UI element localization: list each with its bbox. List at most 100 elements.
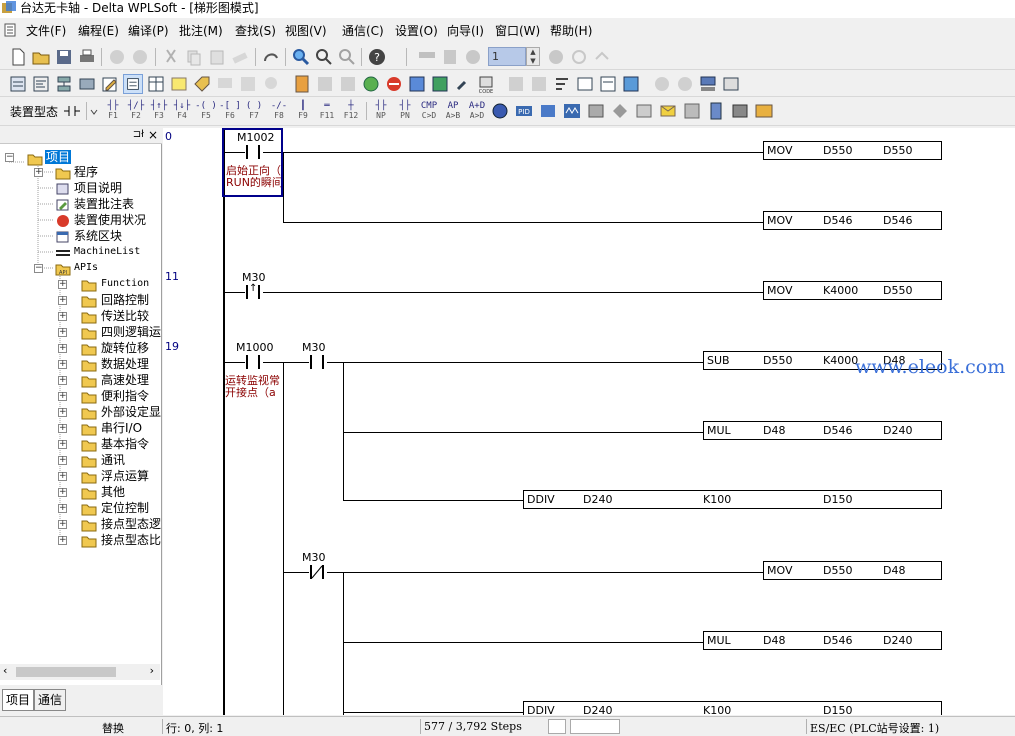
refresh-icon[interactable] xyxy=(569,47,589,67)
tree-item-api[interactable]: 传送比较 xyxy=(101,308,161,324)
edit-pencil-icon[interactable] xyxy=(100,74,120,94)
find-next-icon[interactable] xyxy=(675,74,695,94)
tree-item-comment-table[interactable]: 装置批注表 xyxy=(74,196,134,212)
scroll-left-icon[interactable]: ‹ xyxy=(3,664,7,677)
tree-item-api[interactable]: 数据处理 xyxy=(101,356,161,372)
instruction-box[interactable]: DDIV D240 K100 D150 xyxy=(523,490,942,509)
menu-compile[interactable]: 编译(P) xyxy=(128,22,169,40)
new-file-icon[interactable] xyxy=(8,47,28,67)
contact-no[interactable] xyxy=(307,355,327,369)
f11-button[interactable]: ═ F11 xyxy=(316,101,338,121)
jump-icon[interactable] xyxy=(261,47,281,67)
compare-button[interactable]: CMP C>D xyxy=(418,101,440,121)
no-entry-icon[interactable] xyxy=(384,74,404,94)
tree-expand-toggle[interactable]: + xyxy=(58,520,67,529)
tree-item-api[interactable]: 高速处理 xyxy=(101,372,161,388)
menu-file[interactable]: 文件(F) xyxy=(26,22,66,40)
tree-item-api[interactable]: 基本指令 xyxy=(101,436,161,452)
tree-expand-toggle[interactable]: + xyxy=(58,456,67,465)
tree-expand-toggle[interactable]: + xyxy=(34,168,43,177)
plc-icon[interactable] xyxy=(440,47,460,67)
cut-icon[interactable] xyxy=(161,47,181,67)
code-icon[interactable]: CODE xyxy=(476,74,496,94)
wrench-icon[interactable] xyxy=(453,74,473,94)
tree-expand-toggle[interactable]: + xyxy=(58,488,67,497)
network-node-icon[interactable] xyxy=(538,101,558,121)
tree-item-system-block[interactable]: 系统区块 xyxy=(74,228,122,244)
tree-expand-toggle[interactable]: + xyxy=(58,312,67,321)
list-icon[interactable] xyxy=(598,74,618,94)
arrow-icon[interactable] xyxy=(592,47,612,67)
tab-communication[interactable]: 通信 xyxy=(34,689,67,711)
pn-button[interactable]: ┤├ PN xyxy=(394,101,416,121)
ladder-view2-icon[interactable] xyxy=(529,74,549,94)
upload-icon[interactable] xyxy=(430,74,450,94)
scroll-right-icon[interactable]: › xyxy=(150,664,154,677)
tag-icon[interactable] xyxy=(192,74,212,94)
tree-item-device-usage[interactable]: 装置使用状况 xyxy=(74,212,146,228)
tree-item-api[interactable]: 通讯 xyxy=(101,452,161,468)
tree-item-api[interactable]: 定位控制 xyxy=(101,500,161,516)
device-list-icon[interactable] xyxy=(292,74,312,94)
menu-settings[interactable]: 设置(O) xyxy=(395,22,438,40)
grid-icon[interactable] xyxy=(238,74,258,94)
network-icon[interactable] xyxy=(698,74,718,94)
help-icon[interactable]: ? xyxy=(367,47,387,67)
ladder-view-icon[interactable] xyxy=(506,74,526,94)
ladder-mode-icon[interactable] xyxy=(8,74,28,94)
scroll-thumb[interactable] xyxy=(16,667,116,677)
menu-help[interactable]: 帮助(H) xyxy=(550,22,592,40)
instruction-box[interactable]: DDIV D240 K100 D150 xyxy=(523,701,942,715)
ap-button[interactable]: AP A>B xyxy=(442,101,464,121)
open-folder-icon[interactable] xyxy=(31,47,51,67)
contact-icon[interactable] xyxy=(62,101,82,121)
tree-collapse-toggle[interactable]: − xyxy=(5,153,14,162)
contact-nc[interactable] xyxy=(307,565,327,579)
diamond-icon[interactable] xyxy=(610,101,630,121)
stop-circle-icon[interactable] xyxy=(546,47,566,67)
instruction-box[interactable]: MOV D546 D546 xyxy=(763,211,942,230)
io-icon[interactable] xyxy=(682,101,702,121)
comment-mode-icon[interactable] xyxy=(123,74,143,94)
tree-item-api[interactable]: 串行I/O xyxy=(101,420,161,436)
instruction-box[interactable]: MOV K4000 D550 xyxy=(763,281,942,300)
globe-icon[interactable] xyxy=(361,74,381,94)
menu-window[interactable]: 窗口(W) xyxy=(495,22,540,40)
tree-item-api[interactable]: 接点型态逻 xyxy=(101,516,161,532)
module-icon[interactable] xyxy=(706,101,726,121)
download-icon[interactable] xyxy=(407,74,427,94)
sfc-mode-icon[interactable] xyxy=(54,74,74,94)
function-block-icon[interactable] xyxy=(586,101,606,121)
f4-button[interactable]: ┤↓├ F4 xyxy=(171,101,193,121)
np-button[interactable]: ┤├ NP xyxy=(370,101,392,121)
instruction-mode-icon[interactable] xyxy=(31,74,51,94)
tree-expand-toggle[interactable]: + xyxy=(58,280,67,289)
menu-view[interactable]: 视图(V) xyxy=(285,22,327,40)
instruction-box[interactable]: MOV D550 D550 xyxy=(763,141,942,160)
tree-item-api[interactable]: Function xyxy=(101,276,161,292)
menu-search[interactable]: 查找(S) xyxy=(235,22,276,40)
tree-expand-toggle[interactable]: + xyxy=(58,440,67,449)
undo-icon[interactable] xyxy=(107,47,127,67)
save-icon[interactable] xyxy=(54,47,74,67)
axis-icon[interactable] xyxy=(730,101,750,121)
ladder-diagram[interactable]: 0 11 19 M1002 启始正向（ RUN的瞬间 MOV D550 D550 M… xyxy=(163,128,1015,715)
stop-icon[interactable] xyxy=(463,47,483,67)
pid-icon[interactable]: PID xyxy=(514,101,534,121)
tree-expand-toggle[interactable]: + xyxy=(58,424,67,433)
eraser-icon[interactable] xyxy=(230,47,250,67)
copy-icon[interactable] xyxy=(184,47,204,67)
format-icon[interactable] xyxy=(575,74,595,94)
find-icon[interactable] xyxy=(652,74,672,94)
zoom-in-icon[interactable] xyxy=(314,47,334,67)
note-icon[interactable] xyxy=(169,74,189,94)
tree-item-apis[interactable]: APIs xyxy=(74,260,98,276)
paste-icon[interactable] xyxy=(207,47,227,67)
tree-item-api[interactable]: 四则逻辑运 xyxy=(101,324,161,340)
tree-expand-toggle[interactable]: + xyxy=(58,504,67,513)
tree-item-machinelist[interactable]: MachineList xyxy=(74,244,140,260)
instruction-box[interactable]: MUL D48 D546 D240 xyxy=(703,631,942,650)
step-input[interactable]: 1 xyxy=(488,47,526,66)
online-icon[interactable] xyxy=(77,74,97,94)
panel-pin-icon[interactable]: ⊐ł xyxy=(133,129,144,140)
